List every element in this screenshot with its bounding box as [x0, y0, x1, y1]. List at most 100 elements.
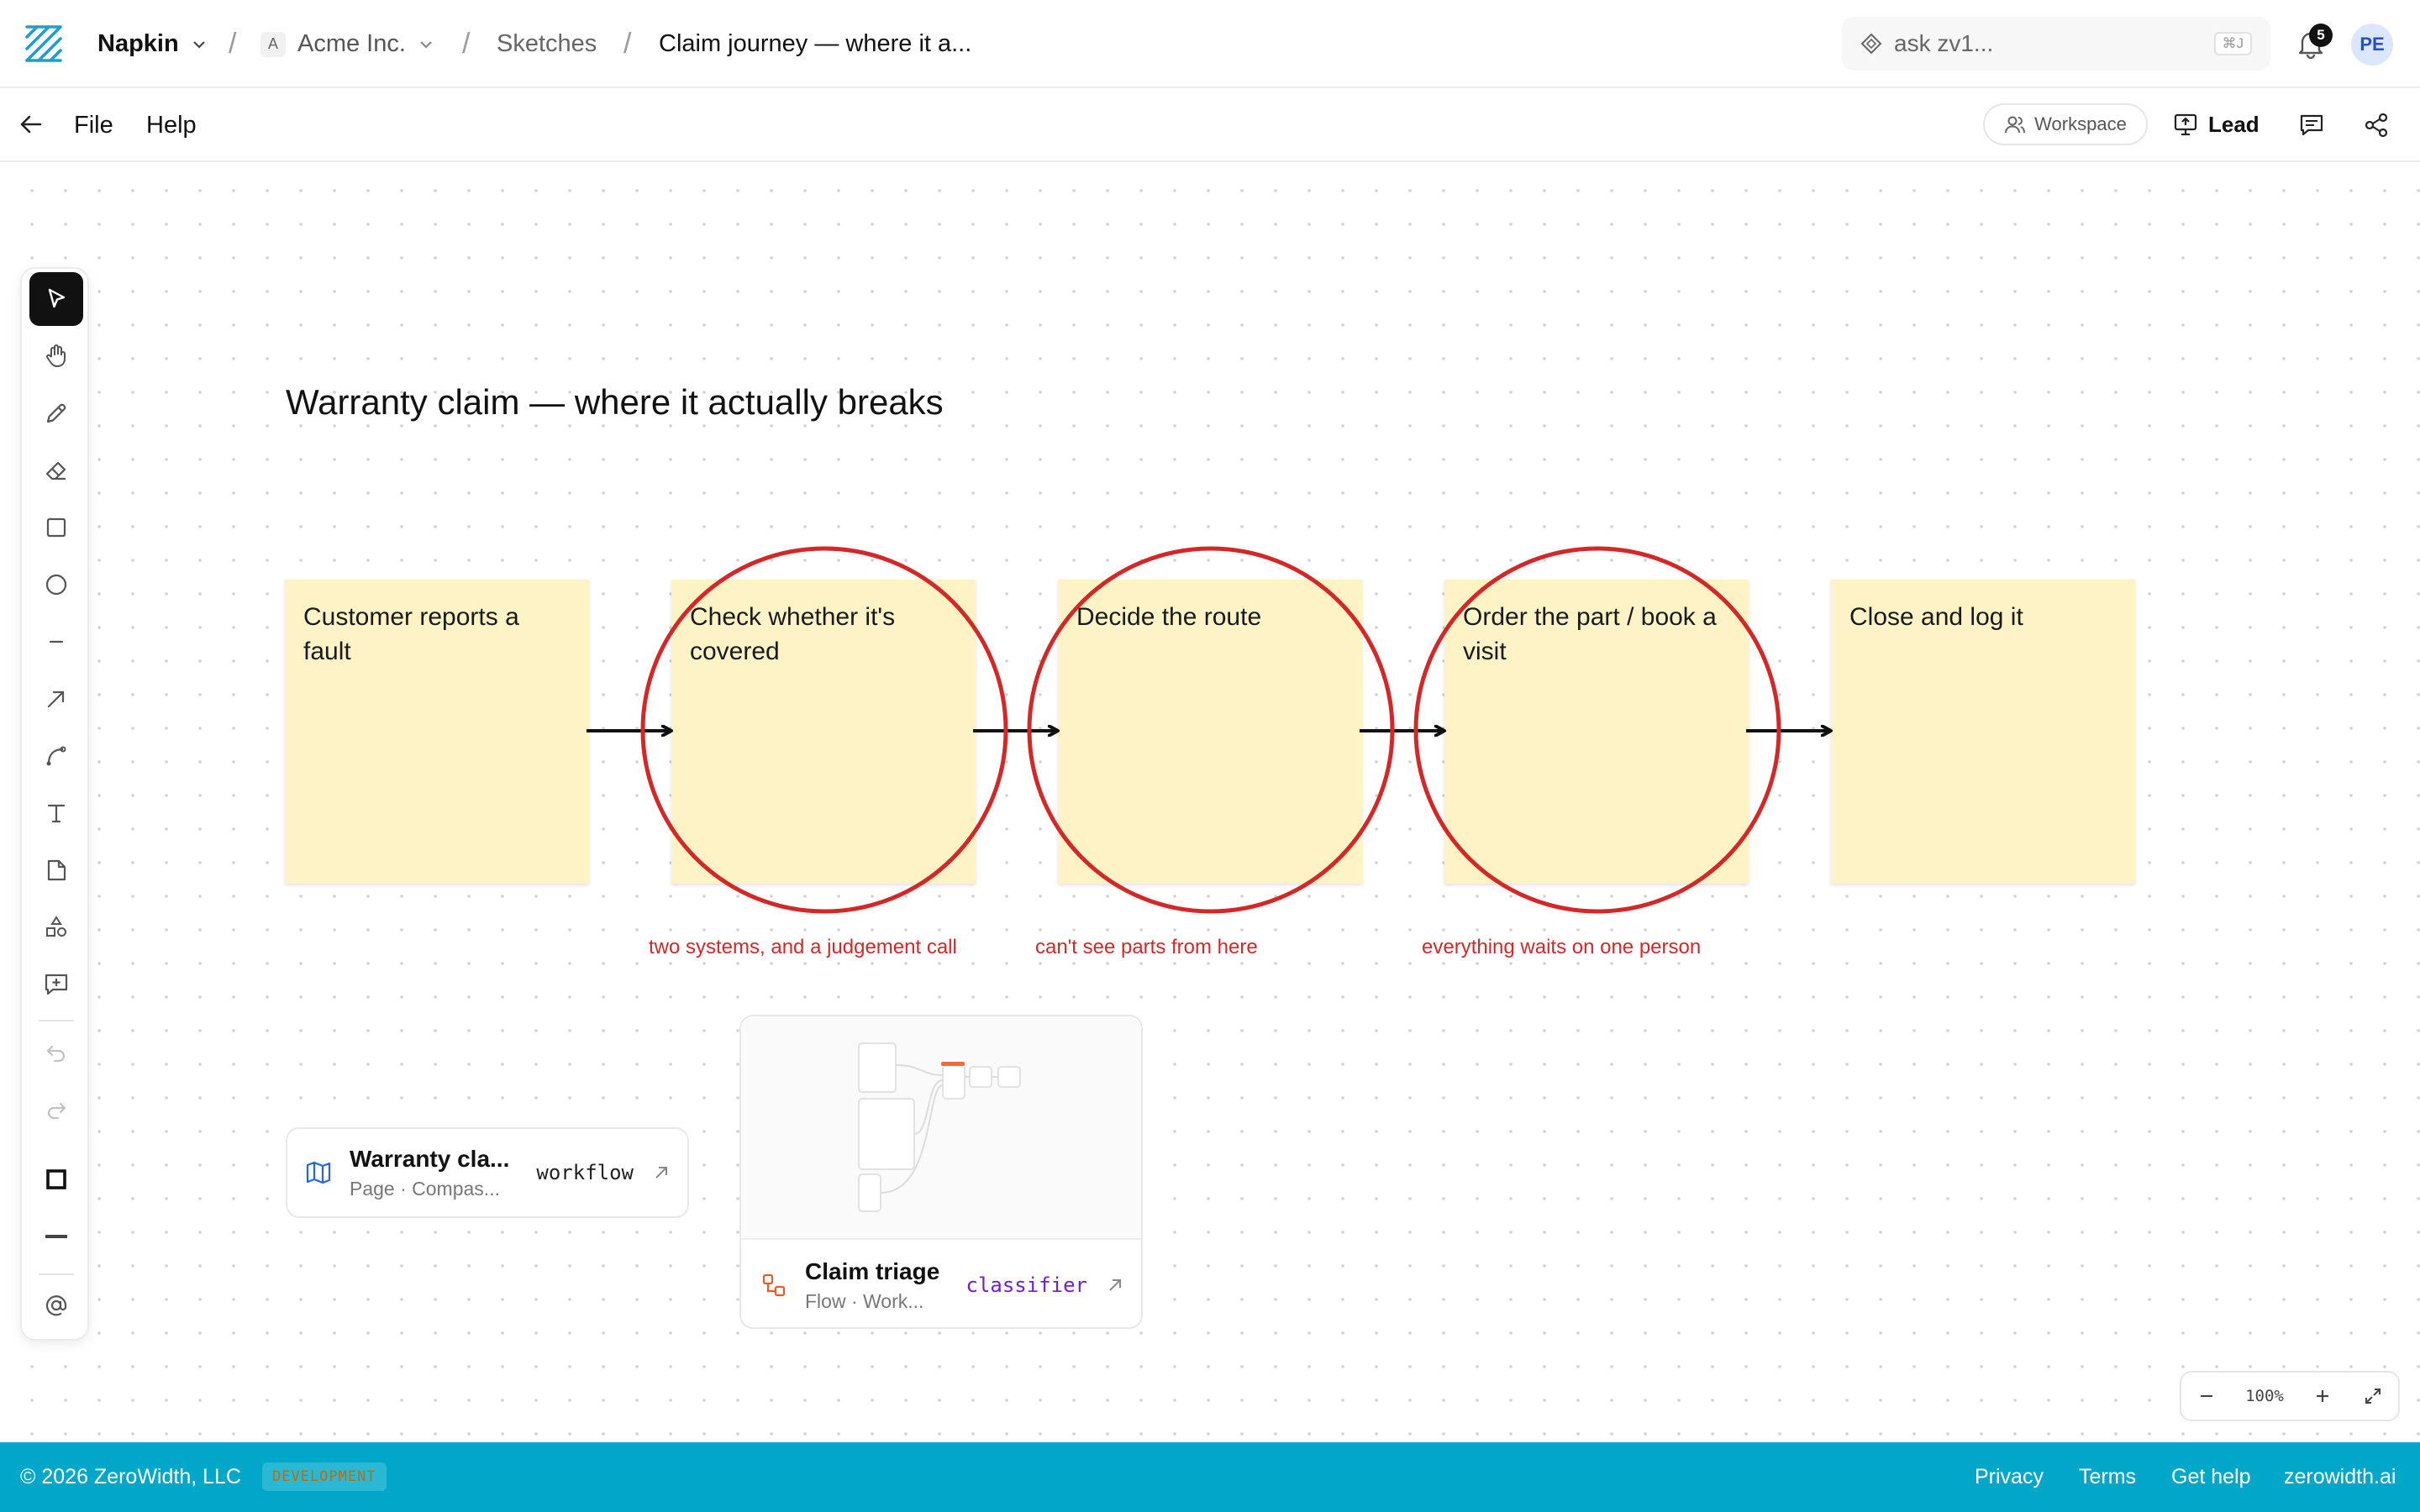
arrow-tool[interactable] — [29, 672, 83, 726]
sticky-note-text: Customer reports a fault — [303, 603, 519, 665]
eraser-icon — [45, 461, 66, 480]
line-icon — [49, 640, 64, 643]
footer-link-get-help[interactable]: Get help — [2171, 1465, 2251, 1489]
zoom-control: 100% — [2180, 1371, 2400, 1421]
sticky-note[interactable]: Customer reports a fault — [285, 580, 589, 884]
annotation-text[interactable]: everything waits on one person — [1422, 936, 1701, 959]
sticky-note-tool[interactable] — [29, 843, 83, 897]
stroke-style-button[interactable] — [29, 1152, 83, 1206]
circle-icon — [45, 574, 67, 596]
page-link-card[interactable]: Warranty cla... Page · Compas... workflo… — [286, 1127, 689, 1218]
zoom-in-button[interactable] — [2297, 1373, 2348, 1420]
users-icon — [2005, 116, 2026, 134]
pencil-icon — [46, 403, 66, 423]
breadcrumb-separator: / — [229, 28, 237, 60]
expand-icon — [2365, 1389, 2381, 1404]
add-comment-icon — [45, 974, 68, 995]
help-menu[interactable]: Help — [146, 88, 197, 162]
sticky-note-text: Order the part / book a visit — [1463, 603, 1717, 665]
cursor-arrow-icon — [48, 288, 66, 308]
zoom-out-button[interactable] — [2181, 1373, 2232, 1420]
breadcrumb-sketches[interactable]: Sketches — [497, 0, 597, 88]
bold-square-icon — [46, 1169, 66, 1189]
workspace-name: Napkin — [97, 30, 179, 57]
search-shortcut-badge: ⌘J — [2213, 32, 2252, 55]
user-avatar[interactable]: PE — [2351, 24, 2393, 66]
search-input[interactable] — [1894, 30, 2214, 57]
org-name: Acme Inc. — [297, 30, 406, 57]
flow-card-subtitle: Flow · Work... — [805, 1289, 924, 1312]
zerowidth-logo-icon[interactable] — [24, 24, 64, 64]
lead-presentation-button[interactable]: Lead — [2173, 103, 2260, 145]
undo-button[interactable] — [29, 1026, 83, 1080]
sticky-note-text: Check whether it's covered — [690, 603, 896, 665]
redo-button[interactable] — [29, 1084, 83, 1137]
line-tool[interactable] — [29, 615, 83, 669]
text-icon — [47, 804, 66, 823]
connector-tool[interactable] — [29, 729, 83, 783]
sticky-note[interactable]: Decide the route — [1058, 580, 1362, 884]
pencil-tool[interactable] — [29, 386, 83, 440]
breadcrumb-page-title[interactable]: Claim journey — where it a... — [659, 0, 971, 88]
annotation-text[interactable]: two systems, and a judgement call — [649, 936, 957, 959]
workspace-switcher[interactable]: Napkin — [97, 0, 208, 88]
arrow-up-right-icon — [47, 690, 65, 708]
app-footer: © 2026 ZeroWidth, LLC DEVELOPMENT Privac… — [0, 1442, 2420, 1512]
external-link-arrow-icon[interactable] — [1106, 1276, 1124, 1294]
top-header: Napkin / A Acme Inc. / Sketches / Claim … — [0, 0, 2420, 88]
plus-icon — [2317, 1390, 2328, 1402]
board-title-text[interactable]: Warranty claim — where it actually break… — [286, 382, 944, 423]
chevron-down-icon — [192, 40, 205, 49]
file-menu[interactable]: File — [74, 88, 113, 162]
sparkle-diamond-icon — [1860, 33, 1882, 55]
flow-link-card[interactable]: Claim triage Flow · Work... classifier — [739, 1015, 1143, 1329]
flow-diagram-thumbnail — [858, 1042, 1021, 1212]
zoom-level[interactable]: 100% — [2232, 1387, 2297, 1405]
thick-line-icon — [45, 1235, 67, 1238]
link-card-title: Warranty cla... — [350, 1145, 510, 1172]
workspace-button[interactable]: Workspace — [1983, 103, 2148, 145]
notification-count-badge: 5 — [2309, 24, 2333, 47]
footer-link-terms[interactable]: Terms — [2079, 1465, 2136, 1489]
toolbar-divider — [39, 1020, 74, 1021]
presentation-screen-icon — [2174, 113, 2197, 136]
comments-icon[interactable] — [2298, 112, 2325, 139]
shapes-icon — [46, 916, 66, 937]
annotation-text[interactable]: can't see parts from here — [1035, 936, 1258, 959]
flow-card-title: Claim triage — [805, 1257, 940, 1284]
external-link-arrow-icon[interactable] — [652, 1163, 671, 1182]
square-icon — [46, 517, 66, 538]
select-tool[interactable] — [29, 272, 83, 326]
sticky-note[interactable]: Close and log it — [1831, 580, 2135, 884]
org-avatar: A — [260, 31, 286, 57]
breadcrumb-separator: / — [623, 28, 632, 60]
stroke-width-button[interactable] — [29, 1210, 83, 1263]
hand-tool[interactable] — [29, 329, 83, 383]
shapes-tool[interactable] — [29, 900, 83, 954]
sticky-note-text: Close and log it — [1849, 603, 2023, 631]
sticky-note-icon — [47, 859, 66, 881]
flow-icon — [762, 1273, 786, 1297]
fullscreen-button[interactable] — [2348, 1373, 2398, 1420]
footer-link-zerowidth[interactable]: zerowidth.ai — [2284, 1465, 2396, 1489]
share-icon[interactable] — [2363, 112, 2390, 139]
comment-tool[interactable] — [29, 958, 83, 1011]
footer-link-privacy[interactable]: Privacy — [1975, 1465, 2044, 1489]
rectangle-tool[interactable] — [29, 501, 83, 554]
flow-preview-thumbnail — [741, 1016, 1141, 1240]
mention-tool[interactable] — [29, 1278, 83, 1332]
eraser-tool[interactable] — [29, 444, 83, 497]
sticky-note[interactable]: Order the part / book a visit — [1444, 580, 1749, 884]
ai-search-box[interactable]: ⌘J — [1842, 17, 2270, 71]
toolbar-divider — [39, 1273, 74, 1275]
text-tool[interactable] — [29, 786, 83, 840]
ellipse-tool[interactable] — [29, 558, 83, 612]
workspace-button-label: Workspace — [2034, 113, 2127, 134]
breadcrumb-separator: / — [462, 28, 471, 60]
org-switcher[interactable]: A Acme Inc. — [260, 0, 434, 88]
sticky-note-text: Decide the route — [1076, 603, 1262, 631]
back-arrow-icon[interactable] — [17, 110, 45, 139]
sticky-note[interactable]: Check whether it's covered — [671, 580, 976, 884]
drawing-toolbar — [20, 267, 89, 1341]
page-menubar: File Help Workspace Lead — [0, 88, 2420, 162]
